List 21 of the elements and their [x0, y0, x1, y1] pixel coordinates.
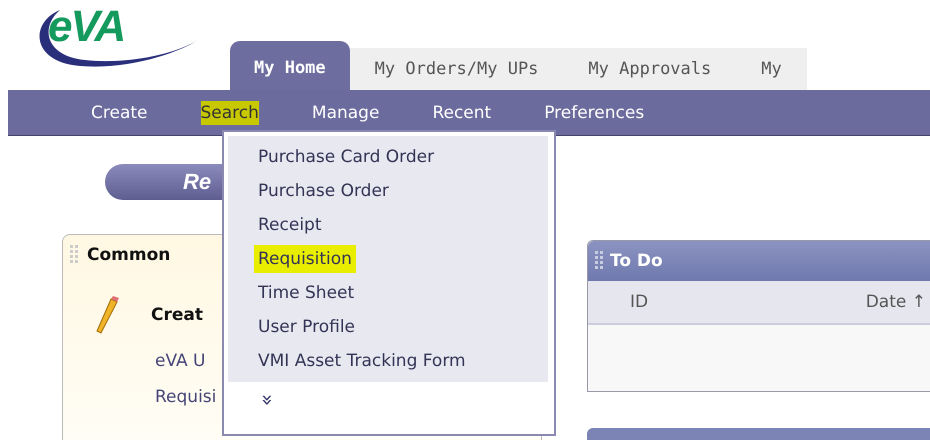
menu-item[interactable]: Receipt — [254, 211, 326, 239]
nav-item[interactable]: Create — [91, 100, 148, 124]
tab[interactable]: My Home — [230, 41, 350, 90]
panel-title: Common — [87, 245, 170, 265]
menu-item[interactable]: User Profile — [254, 313, 360, 341]
nav-item[interactable]: Manage — [312, 100, 380, 124]
column-header[interactable]: ID — [630, 292, 648, 312]
tab[interactable]: My — [736, 48, 807, 90]
panel-title: To Do — [610, 251, 663, 271]
menu-item[interactable]: Time Sheet — [254, 279, 358, 307]
logo-text: eVA — [48, 2, 124, 52]
nav-item[interactable]: Recent — [432, 100, 492, 124]
nav-item[interactable]: Search — [200, 100, 259, 124]
menu-item[interactable]: VMI Asset Tracking Form — [254, 347, 470, 375]
tab[interactable]: My Orders/My UPs — [350, 48, 564, 90]
action-heading: Creat — [151, 305, 203, 325]
menu-item[interactable]: Requisition — [254, 245, 356, 273]
more-button[interactable]: » — [256, 394, 280, 406]
nav-item[interactable]: Preferences — [544, 100, 644, 124]
tab[interactable]: My Approvals — [563, 48, 736, 90]
column-header[interactable]: Date ↑ — [866, 292, 926, 312]
